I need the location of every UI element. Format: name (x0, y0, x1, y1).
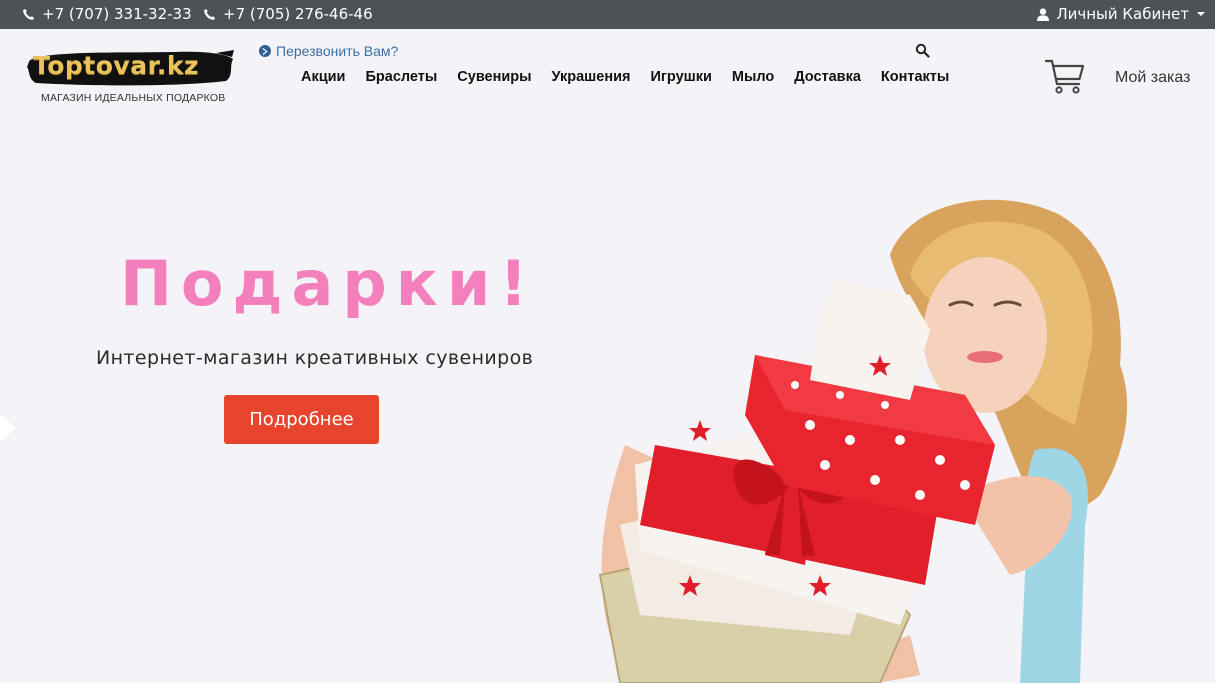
callback-label: Перезвонить Вам? (276, 43, 399, 59)
account-label: Личный Кабинет (1056, 5, 1189, 23)
phone-link-1[interactable]: +7 (707) 331-32-33 (22, 5, 192, 23)
more-button[interactable]: Подробнее (224, 395, 379, 444)
hero-girl-with-gifts-image (598, 199, 1128, 683)
cart-icon[interactable] (1045, 57, 1085, 97)
account-menu-button[interactable]: Личный Кабинет (1037, 5, 1205, 23)
caret-down-icon (1197, 12, 1205, 16)
nav-item-dostavka[interactable]: Доставка (794, 69, 861, 85)
phone-number: +7 (705) 276-46-46 (223, 5, 373, 23)
logo-tagline: МАГАЗИН ИДЕАЛЬНЫХ ПОДАРКОВ (41, 92, 226, 104)
site-logo[interactable]: Toptovar.kz МАГАЗИН ИДЕАЛЬНЫХ ПОДАРКОВ (26, 47, 236, 107)
hero-title: Подарки! (120, 247, 537, 320)
nav-item-igrushki[interactable]: Игрушки (650, 69, 711, 85)
phone-number: +7 (707) 331-32-33 (42, 5, 192, 23)
phone-link-2[interactable]: +7 (705) 276-46-46 (203, 5, 373, 23)
nav-item-suveniry[interactable]: Сувениры (457, 69, 531, 85)
nav-item-akcii[interactable]: Акции (301, 69, 345, 85)
nav-item-ukrasheniya[interactable]: Украшения (552, 69, 631, 85)
user-icon (1037, 7, 1050, 21)
hero-subtitle: Интернет-магазин креативных сувениров (96, 347, 534, 369)
arrow-right-icon[interactable] (0, 414, 16, 442)
nav-item-braslety[interactable]: Браслеты (365, 69, 437, 85)
nav-item-mylo[interactable]: Мыло (732, 69, 774, 85)
chevron-circle-icon (259, 45, 271, 57)
my-order-link[interactable]: Мой заказ (1115, 69, 1190, 87)
search-icon[interactable] (915, 43, 930, 58)
logo-text: Toptovar.kz (33, 51, 200, 80)
main-nav: Акции Браслеты Сувениры Украшения Игрушк… (301, 69, 949, 85)
phone-icon (23, 8, 35, 20)
phone-icon (204, 8, 216, 20)
site-header: Toptovar.kz МАГАЗИН ИДЕАЛЬНЫХ ПОДАРКОВ П… (0, 29, 1215, 119)
nav-item-kontakty[interactable]: Контакты (881, 69, 949, 85)
callback-link[interactable]: Перезвонить Вам? (259, 43, 398, 59)
top-bar: +7 (707) 331-32-33 +7 (705) 276-46-46 Ли… (0, 0, 1215, 29)
